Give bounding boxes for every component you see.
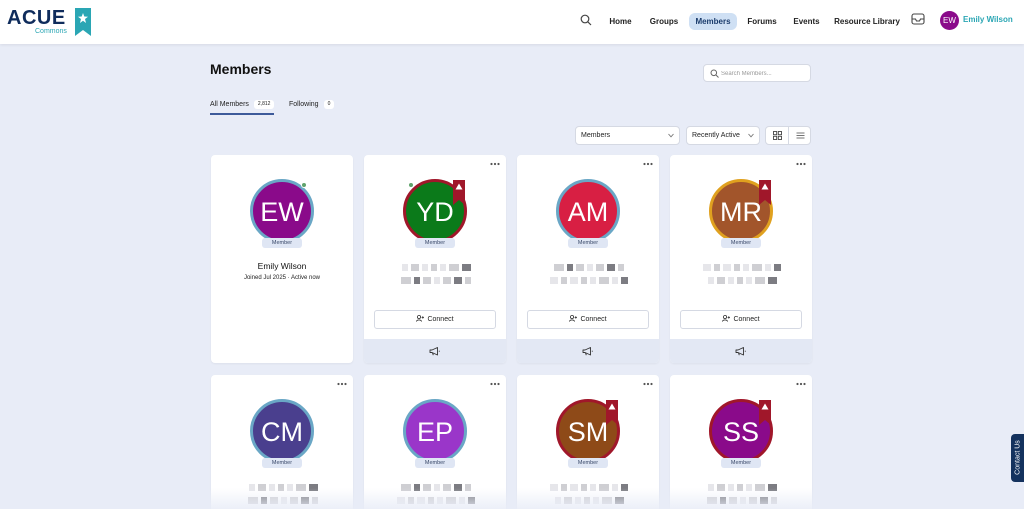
user-name-link[interactable]: Emily Wilson [963, 15, 1013, 24]
member-badge: Member [568, 238, 608, 248]
list-icon [796, 132, 805, 139]
redacted-details [386, 277, 486, 284]
bookmark-ribbon-icon [606, 400, 618, 425]
redacted-name [539, 264, 639, 271]
chevron-down-icon [668, 133, 674, 138]
bookmark-ribbon-icon [759, 400, 771, 425]
nav-home[interactable]: Home [604, 13, 637, 30]
more-options-icon[interactable] [643, 381, 653, 387]
card-footer [670, 339, 812, 363]
connect-label: Connect [580, 316, 607, 323]
tab-following[interactable]: Following 0 [289, 99, 335, 115]
page-title: Members [210, 61, 272, 77]
more-options-icon[interactable] [796, 381, 806, 387]
more-options-icon[interactable] [490, 381, 500, 387]
add-user-icon [722, 314, 731, 322]
contact-us-tab[interactable]: Contact Us [1011, 434, 1024, 482]
online-status-dot [408, 182, 414, 188]
nav-groups[interactable]: Groups [645, 13, 683, 30]
grid-icon [773, 131, 782, 140]
member-badge: Member [262, 238, 302, 248]
sort-order-select[interactable]: Recently Active [686, 126, 760, 145]
card-footer [517, 339, 659, 363]
member-card[interactable]: AM Member Connect [517, 155, 659, 363]
connect-button[interactable]: Connect [527, 310, 649, 329]
member-badge: Member [415, 458, 455, 468]
top-navigation-bar: ACUE Commons Home Groups Members Forums … [0, 0, 1024, 44]
more-options-icon[interactable] [337, 381, 347, 387]
search-icon [710, 69, 719, 78]
connect-label: Connect [427, 316, 454, 323]
member-name[interactable]: Emily Wilson [211, 261, 353, 271]
member-avatar[interactable]: SS Member [709, 399, 773, 468]
redacted-name [692, 264, 792, 271]
redacted-details [539, 277, 639, 284]
search-icon[interactable] [580, 14, 592, 26]
member-badge: Member [568, 458, 608, 468]
connect-button[interactable]: Connect [680, 310, 802, 329]
tab-label: All Members [210, 101, 249, 108]
nav-events[interactable]: Events [789, 13, 824, 30]
logo-bookmark-icon [75, 8, 91, 36]
online-status-dot [301, 182, 307, 188]
tab-all-members[interactable]: All Members 2,812 [210, 99, 275, 115]
connect-label: Connect [733, 316, 760, 323]
member-join-info: Joined Jul 2025 · Active now [243, 275, 321, 281]
member-badge: Member [721, 238, 761, 248]
nav-resource-library[interactable]: Resource Library [834, 13, 900, 30]
tab-label: Following [289, 101, 319, 108]
contact-us-label: Contact Us [1014, 440, 1022, 475]
redacted-name [386, 264, 486, 271]
tab-count: 2,812 [253, 100, 275, 109]
more-options-icon[interactable] [490, 161, 500, 167]
bottom-fade [0, 488, 1024, 509]
member-badge: Member [721, 458, 761, 468]
avatar-initials: EP [403, 399, 467, 463]
member-card[interactable]: YD Member Connect [364, 155, 506, 363]
bookmark-ribbon-icon [453, 180, 465, 205]
member-card[interactable]: MR Member Connect [670, 155, 812, 363]
user-avatar[interactable]: EW [940, 11, 959, 30]
member-card[interactable]: EW Member Emily Wilson Joined Jul 2025 · Ac… [211, 155, 353, 363]
member-avatar[interactable]: AM Member [556, 179, 620, 248]
acue-commons-logo[interactable]: ACUE Commons [7, 7, 91, 37]
add-user-icon [569, 314, 578, 322]
megaphone-icon[interactable] [735, 346, 746, 356]
more-options-icon[interactable] [796, 161, 806, 167]
more-options-icon[interactable] [643, 161, 653, 167]
connect-button[interactable]: Connect [374, 310, 496, 329]
list-view-button[interactable] [789, 127, 812, 144]
member-search-field[interactable] [703, 64, 811, 82]
add-user-icon [416, 314, 425, 322]
card-footer [364, 339, 506, 363]
member-avatar[interactable]: MR Member [709, 179, 773, 248]
member-avatar[interactable]: YD Member [403, 179, 467, 248]
member-avatar[interactable]: CM Member [250, 399, 314, 468]
avatar-initials: CM [250, 399, 314, 463]
member-badge: Member [415, 238, 455, 248]
select-value: Members [581, 132, 611, 139]
tab-count: 0 [323, 100, 335, 109]
member-avatar[interactable]: SM Member [556, 399, 620, 468]
member-avatar[interactable]: EP Member [403, 399, 467, 468]
nav-members[interactable]: Members [689, 13, 737, 30]
chevron-down-icon [748, 133, 754, 138]
bookmark-ribbon-icon [759, 180, 771, 205]
inbox-icon[interactable] [911, 13, 925, 25]
grid-view-button[interactable] [766, 127, 789, 144]
redacted-details [692, 277, 792, 284]
avatar-initials: AM [556, 179, 620, 243]
megaphone-icon[interactable] [582, 346, 593, 356]
logo-subtitle: Commons [35, 28, 67, 35]
member-type-select[interactable]: Members [575, 126, 680, 145]
select-value: Recently Active [692, 132, 740, 139]
member-avatar[interactable]: EW Member [250, 179, 314, 248]
view-toggle [765, 126, 811, 145]
search-members-input[interactable] [721, 67, 807, 80]
logo-wordmark: ACUE [7, 7, 66, 29]
megaphone-icon[interactable] [429, 346, 440, 356]
nav-forums[interactable]: Forums [744, 13, 780, 30]
member-badge: Member [262, 458, 302, 468]
avatar-initials: EW [250, 179, 314, 243]
